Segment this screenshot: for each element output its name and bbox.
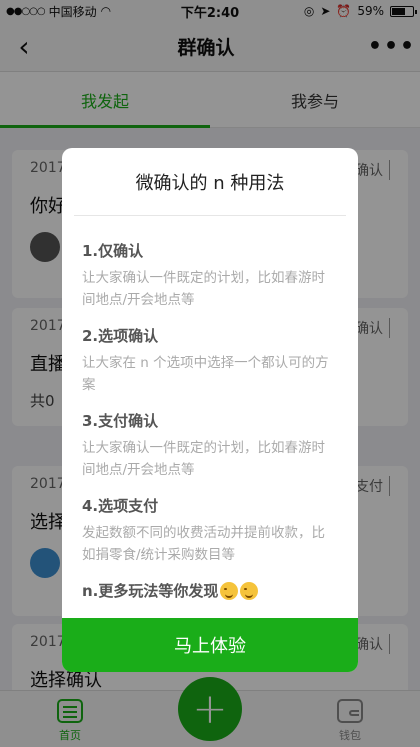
wink-emoji-icon: [220, 581, 239, 600]
dialog-title: 微确认的 n 种用法: [74, 148, 346, 216]
section-description: 发起数额不同的收费活动并提前收款，比如捐零食/统计采购数目等: [82, 525, 325, 563]
usage-guide-dialog: 微确认的 n 种用法 1.仅确认 让大家确认一件既定的计划，比如春游时间地点/开…: [62, 148, 358, 672]
usage-section: 1.仅确认 让大家确认一件既定的计划，比如春游时间地点/开会地点等: [82, 240, 338, 311]
section-heading: 1.仅确认: [82, 242, 144, 260]
usage-section: 2.选项确认 让大家在 n 个选项中选择一个都认可的方案: [82, 325, 338, 396]
section-heading: 4.选项支付: [82, 497, 159, 515]
usage-section: 4.选项支付 发起数额不同的收费活动并提前收款，比如捐零食/统计采购数目等: [82, 495, 338, 566]
section-description: 让大家确认一件既定的计划，比如春游时间地点/开会地点等: [82, 440, 325, 478]
section-description: 让大家确认一件既定的计划，比如春游时间地点/开会地点等: [82, 270, 325, 308]
dialog-body: 1.仅确认 让大家确认一件既定的计划，比如春游时间地点/开会地点等 2.选项确认…: [62, 216, 358, 601]
section-heading: 2.选项确认: [82, 327, 159, 345]
section-heading: 3.支付确认: [82, 412, 159, 430]
usage-section: 3.支付确认 让大家确认一件既定的计划，比如春游时间地点/开会地点等: [82, 410, 338, 481]
more-ways-text: n.更多玩法等你发现: [82, 582, 219, 600]
try-now-button[interactable]: 马上体验: [62, 618, 358, 672]
wink-emoji-icon: [240, 581, 259, 600]
section-description: 让大家在 n 个选项中选择一个都认可的方案: [82, 355, 329, 393]
more-ways-line: n.更多玩法等你发现: [82, 580, 338, 601]
